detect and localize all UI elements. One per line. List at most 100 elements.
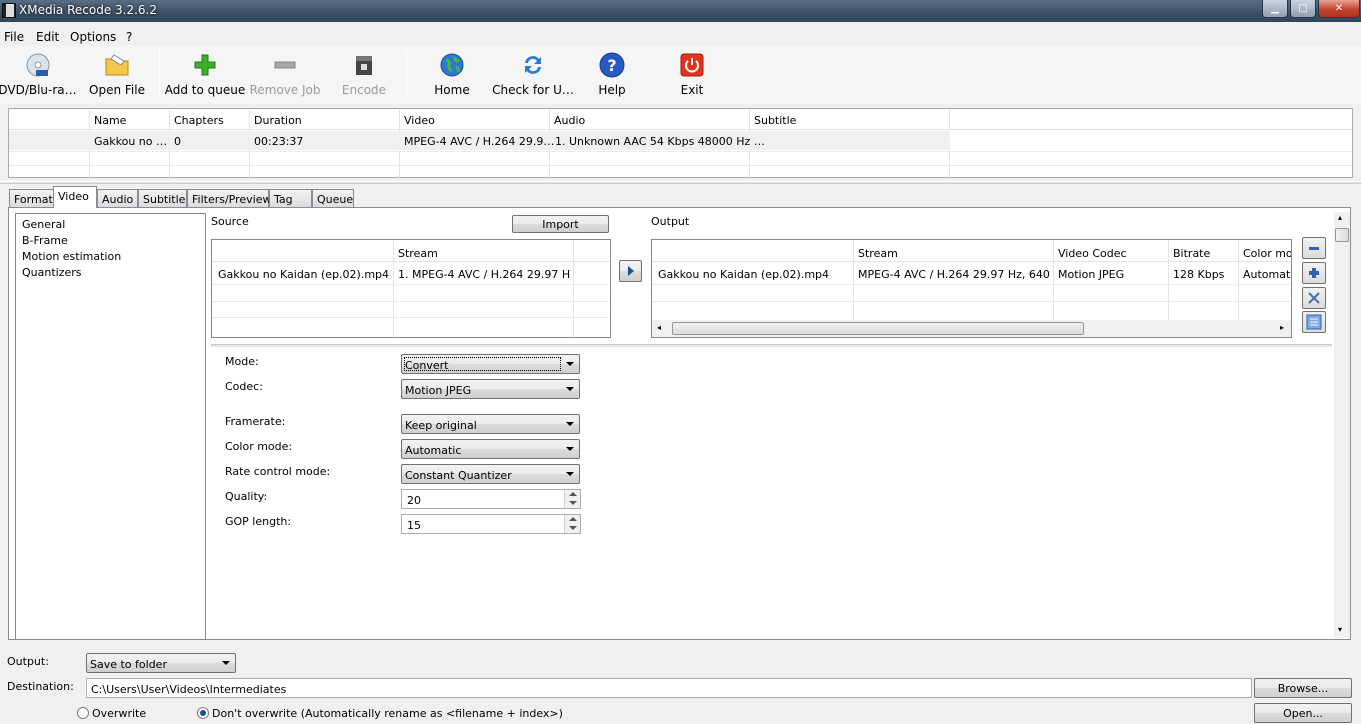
import-button[interactable]: Import <box>512 215 609 233</box>
job-list[interactable]: Name Chapters Duration Video Audio Subti… <box>8 108 1353 178</box>
output-mode-select[interactable]: Save to folder <box>86 653 236 673</box>
panel-vscrollbar[interactable]: ▴ ▾ <box>1334 212 1350 638</box>
remove-stream-button[interactable] <box>1302 237 1326 259</box>
output-col-color-mode[interactable]: Color moc <box>1243 247 1291 260</box>
menu-bar: File Edit Options ? <box>0 29 1361 45</box>
app-icon <box>2 3 16 18</box>
browse-button[interactable]: Browse... <box>1254 678 1352 698</box>
open-folder-button[interactable]: Open... <box>1254 703 1352 723</box>
tab-format[interactable]: Format <box>9 189 54 207</box>
color-mode-select[interactable]: Automatic <box>401 439 580 459</box>
codec-select[interactable]: Motion JPEG <box>401 379 580 399</box>
output-col-stream[interactable]: Stream <box>858 247 898 260</box>
col-subtitle[interactable]: Subtitle <box>754 114 796 127</box>
output-file-cell: Gakkou no Kaidan (ep.02).mp4 <box>658 268 830 281</box>
tab-queue[interactable]: Queue <box>312 189 354 207</box>
tab-audio[interactable]: Audio <box>97 189 138 207</box>
chevron-down-icon <box>566 387 574 391</box>
add-to-queue-button[interactable]: Add to queue <box>165 46 245 102</box>
encode-button[interactable]: Encode <box>330 46 398 102</box>
output-col-bitrate[interactable]: Bitrate <box>1173 247 1210 260</box>
spin-down-icon[interactable] <box>564 499 580 508</box>
quality-label: Quality: <box>225 490 268 503</box>
plus-icon <box>1309 268 1319 278</box>
dont-overwrite-radio[interactable] <box>197 707 209 719</box>
settings-tree: General B-Frame Motion estimation Quanti… <box>15 213 206 640</box>
overwrite-label: Overwrite <box>92 707 147 720</box>
output-stream-list[interactable]: Stream Video Codec Bitrate Color moc Gak… <box>651 239 1292 338</box>
spin-up-icon[interactable] <box>564 515 580 524</box>
menu-file[interactable]: File <box>4 30 24 44</box>
mode-label: Mode: <box>225 355 259 368</box>
output-col-video-codec[interactable]: Video Codec <box>1058 247 1127 260</box>
tree-item-general[interactable]: General <box>22 218 65 231</box>
splitter[interactable] <box>0 181 1361 184</box>
add-stream-button[interactable] <box>619 260 642 282</box>
menu-edit[interactable]: Edit <box>36 30 59 44</box>
exit-button[interactable]: Exit <box>662 46 722 102</box>
dvd-bluray-button[interactable]: DVD/Blu-ra… <box>0 46 77 102</box>
framerate-label: Framerate: <box>225 415 286 428</box>
chevron-down-icon <box>566 472 574 476</box>
close-icon <box>1308 292 1320 304</box>
check-updates-button[interactable]: Check for U… <box>492 46 574 102</box>
tab-filters-preview[interactable]: Filters/Preview <box>187 189 272 207</box>
chevron-down-icon <box>566 362 574 366</box>
home-button[interactable]: Home <box>420 46 484 102</box>
scroll-left-icon[interactable]: ◂ <box>657 323 661 332</box>
help-button[interactable]: ? Help <box>582 46 642 102</box>
scroll-right-icon[interactable]: ▸ <box>1280 323 1284 332</box>
tab-video[interactable]: Video <box>53 186 97 208</box>
tree-item-motion-estimation[interactable]: Motion estimation <box>22 250 121 263</box>
stream-properties-button[interactable] <box>1302 311 1326 333</box>
scroll-thumb[interactable] <box>672 322 1084 335</box>
disc-icon <box>24 51 52 79</box>
col-duration[interactable]: Duration <box>254 114 302 127</box>
maximize-button[interactable]: □ <box>1290 0 1316 18</box>
color-mode-label: Color mode: <box>225 440 293 453</box>
chevron-down-icon <box>566 422 574 426</box>
close-button[interactable]: ✕ <box>1318 0 1360 18</box>
scroll-down-icon[interactable]: ▾ <box>1338 625 1342 634</box>
source-stream-cell: 1. MPEG-4 AVC / H.264 29.97 H… <box>398 268 570 281</box>
menu-help[interactable]: ? <box>126 30 132 44</box>
table-row[interactable]: Gakkou no … 0 00:23:37 MPEG-4 AVC / H.26… <box>9 131 950 150</box>
quality-stepper[interactable]: 20 <box>401 489 581 509</box>
tree-item-bframe[interactable]: B-Frame <box>22 234 68 247</box>
col-audio[interactable]: Audio <box>554 114 585 127</box>
minimize-button[interactable]: ▁ <box>1262 0 1288 18</box>
source-col-stream[interactable]: Stream <box>398 247 438 260</box>
add-stream-side-button[interactable] <box>1302 262 1326 284</box>
grid-icon <box>1306 314 1322 330</box>
tree-item-quantizers[interactable]: Quantizers <box>22 266 82 279</box>
chevron-down-icon <box>566 447 574 451</box>
framerate-select[interactable]: Keep original <box>401 414 580 434</box>
destination-input[interactable]: C:\Users\User\Videos\Intermediates <box>86 678 1252 698</box>
overwrite-radio[interactable] <box>77 707 89 719</box>
power-icon <box>678 51 706 79</box>
remove-job-button[interactable]: Remove Job <box>250 46 321 102</box>
col-chapters[interactable]: Chapters <box>174 114 224 127</box>
rate-control-select[interactable]: Constant Quantizer <box>401 464 580 484</box>
output-mode-label: Output: <box>7 655 49 668</box>
title-bar: XMedia Recode 3.2.6.2 ▁ □ ✕ <box>0 0 1361 22</box>
job-list-header: Name Chapters Duration Video Audio Subti… <box>9 110 1352 130</box>
scroll-thumb[interactable] <box>1335 228 1349 242</box>
mode-select[interactable]: Convert <box>401 354 580 374</box>
open-file-button[interactable]: Open File <box>82 46 152 102</box>
spin-down-icon[interactable] <box>564 524 580 533</box>
tab-tag[interactable]: Tag <box>269 189 312 207</box>
col-video[interactable]: Video <box>404 114 435 127</box>
codec-label: Codec: <box>225 380 263 393</box>
menu-options[interactable]: Options <box>70 30 116 44</box>
scroll-up-icon[interactable]: ▴ <box>1338 213 1342 222</box>
delete-stream-button[interactable] <box>1302 287 1326 309</box>
output-hscrollbar[interactable]: ◂ ▸ <box>652 320 1291 337</box>
source-stream-list[interactable]: Stream Gakkou no Kaidan (ep.02).mp4 1. M… <box>211 239 611 338</box>
gop-length-stepper[interactable]: 15 <box>401 514 581 534</box>
spin-up-icon[interactable] <box>564 490 580 499</box>
tab-subtitle[interactable]: Subtitle <box>138 189 187 207</box>
clapperboard-icon <box>350 51 378 79</box>
panel-divider <box>211 344 1332 347</box>
col-name[interactable]: Name <box>94 114 126 127</box>
